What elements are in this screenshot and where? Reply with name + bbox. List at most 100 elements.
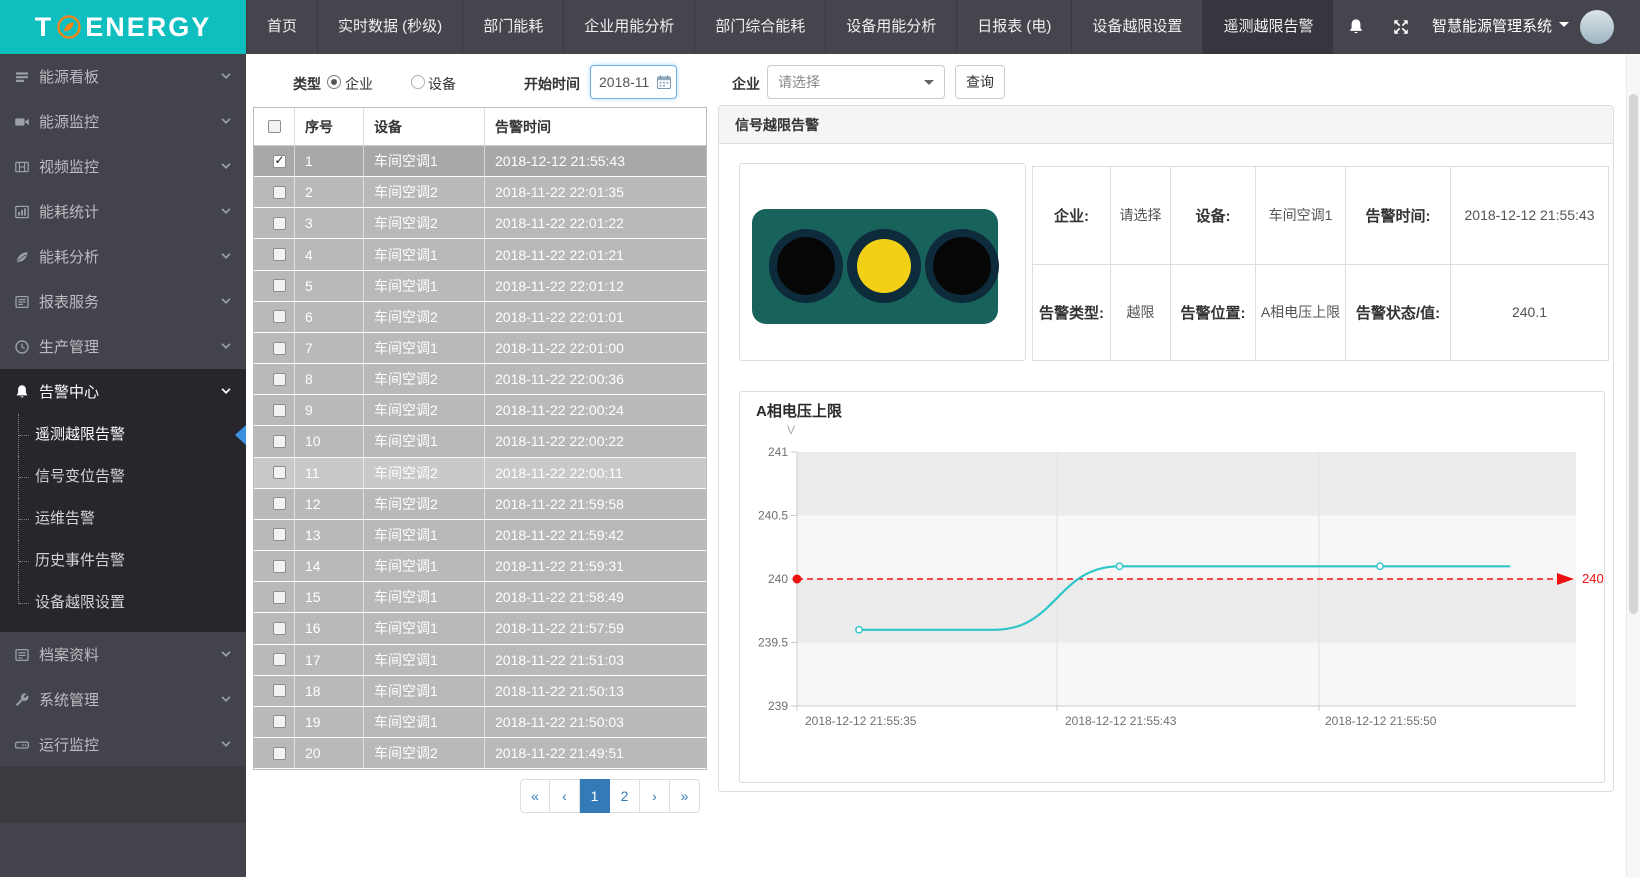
enterprise-filter-label: 企业 [732, 74, 760, 94]
row-checkbox-cell [254, 645, 294, 675]
table-row[interactable]: 14车间空调12018-11-22 21:59:31 [254, 551, 706, 582]
row-checkbox[interactable] [273, 653, 286, 666]
pagination-button-1[interactable]: 1 [580, 779, 610, 813]
table-row[interactable]: 9车间空调22018-11-22 22:00:24 [254, 395, 706, 426]
sidebar-item-能耗统计[interactable]: 能耗统计 [0, 189, 246, 234]
search-button[interactable]: 查询 [955, 65, 1005, 99]
row-checkbox[interactable] [273, 497, 286, 510]
sidebar-item-label: 生产管理 [39, 336, 99, 357]
row-index-cell: 15 [294, 582, 363, 612]
select-all-checkbox[interactable] [268, 120, 281, 133]
sidebar-subitem-信号变位告警[interactable]: 信号变位告警 [0, 456, 246, 498]
row-checkbox-cell [254, 489, 294, 519]
table-row[interactable]: 20车间空调22018-11-22 21:49:51 [254, 738, 706, 769]
row-checkbox[interactable] [273, 435, 286, 448]
table-row[interactable]: 15车间空调12018-11-22 21:58:49 [254, 582, 706, 613]
nav-item-部门能耗[interactable]: 部门能耗 [462, 0, 563, 54]
nav-item-企业用能分析[interactable]: 企业用能分析 [563, 0, 694, 54]
row-checkbox-cell [254, 239, 294, 269]
pagination-button-»[interactable]: » [670, 779, 700, 813]
notifications-bell-icon[interactable] [1347, 18, 1365, 36]
row-checkbox[interactable] [273, 373, 286, 386]
row-checkbox[interactable] [273, 528, 286, 541]
sidebar-item-能源监控[interactable]: 能源监控 [0, 99, 246, 144]
row-checkbox[interactable] [273, 310, 286, 323]
table-row[interactable]: 12车间空调22018-11-22 21:59:58 [254, 489, 706, 520]
nav-item-首页[interactable]: 首页 [246, 0, 317, 54]
row-checkbox[interactable] [273, 466, 286, 479]
nav-item-日报表 (电)[interactable]: 日报表 (电) [956, 0, 1071, 54]
row-checkbox[interactable] [273, 155, 286, 168]
row-checkbox[interactable] [273, 404, 286, 417]
pagination-button-‹[interactable]: ‹ [550, 779, 580, 813]
pagination-button-«[interactable]: « [520, 779, 550, 813]
row-checkbox[interactable] [273, 684, 286, 697]
row-checkbox[interactable] [273, 747, 286, 760]
row-checkbox[interactable] [273, 715, 286, 728]
table-row[interactable]: 6车间空调22018-11-22 22:01:01 [254, 302, 706, 333]
radio-enterprise[interactable] [327, 75, 341, 89]
sidebar-item-档案资料[interactable]: 档案资料 [0, 632, 246, 677]
sidebar-item-运行监控[interactable]: 运行监控 [0, 722, 246, 767]
nav-item-设备越限设置[interactable]: 设备越限设置 [1071, 0, 1202, 54]
sidebar-subitem-历史事件告警[interactable]: 历史事件告警 [0, 540, 246, 582]
table-row[interactable]: 1车间空调12018-12-12 21:55:43 [254, 146, 706, 177]
user-avatar[interactable] [1580, 10, 1614, 44]
table-row[interactable]: 16车间空调12018-11-22 21:57:59 [254, 613, 706, 644]
enterprise-select[interactable]: 请选择 [767, 65, 945, 99]
table-row[interactable]: 5车间空调12018-11-22 22:01:12 [254, 271, 706, 302]
nav-item-设备用能分析[interactable]: 设备用能分析 [825, 0, 956, 54]
row-device-cell: 车间空调1 [363, 333, 484, 363]
radio-device-label[interactable]: 设备 [428, 74, 456, 94]
enterprise-select-value: 请选择 [778, 74, 820, 90]
row-checkbox-cell [254, 707, 294, 737]
nav-item-遥测越限告警[interactable]: 遥测越限告警 [1202, 0, 1333, 54]
row-checkbox[interactable] [273, 248, 286, 261]
sidebar-item-能耗分析[interactable]: 能耗分析 [0, 234, 246, 279]
sidebar-item-视频监控[interactable]: 视频监控 [0, 144, 246, 189]
table-row[interactable]: 2车间空调22018-11-22 22:01:35 [254, 177, 706, 208]
table-row[interactable]: 3车间空调22018-11-22 22:01:22 [254, 208, 706, 239]
fullscreen-icon[interactable] [1392, 18, 1410, 36]
page-scrollbar-thumb[interactable] [1629, 94, 1638, 614]
table-row[interactable]: 13车间空调12018-11-22 21:59:42 [254, 520, 706, 551]
nav-item-实时数据 (秒级)[interactable]: 实时数据 (秒级) [317, 0, 462, 54]
table-row[interactable]: 7车间空调12018-11-22 22:01:00 [254, 333, 706, 364]
row-time-cell: 2018-11-22 21:58:49 [484, 582, 706, 612]
table-row[interactable]: 17车间空调12018-11-22 21:51:03 [254, 645, 706, 676]
table-row[interactable]: 19车间空调12018-11-22 21:50:03 [254, 707, 706, 738]
table-row[interactable]: 10车间空调12018-11-22 22:00:22 [254, 426, 706, 457]
pagination-button-2[interactable]: 2 [610, 779, 640, 813]
row-checkbox[interactable] [273, 279, 286, 292]
nav-item-部门综合能耗[interactable]: 部门综合能耗 [694, 0, 825, 54]
start-time-input[interactable] [590, 65, 677, 99]
radio-device[interactable] [411, 75, 425, 89]
row-time-cell: 2018-11-22 21:59:42 [484, 520, 706, 550]
sidebar-item-生产管理[interactable]: 生产管理 [0, 324, 246, 369]
table-row[interactable]: 11车间空调22018-11-22 22:00:11 [254, 458, 706, 489]
row-checkbox[interactable] [273, 217, 286, 230]
sidebar-item-报表服务[interactable]: 报表服务 [0, 279, 246, 324]
table-row[interactable]: 8车间空调22018-11-22 22:00:36 [254, 364, 706, 395]
sidebar-subitem-运维告警[interactable]: 运维告警 [0, 498, 246, 540]
row-index-cell: 18 [294, 676, 363, 706]
row-checkbox[interactable] [273, 622, 286, 635]
radio-enterprise-label[interactable]: 企业 [345, 74, 373, 94]
row-device-cell: 车间空调2 [363, 738, 484, 768]
system-title-menu[interactable]: 智慧能源管理系统 [1432, 0, 1569, 54]
sidebar-item-能源看板[interactable]: 能源看板 [0, 54, 246, 99]
row-checkbox[interactable] [273, 342, 286, 355]
sidebar-item-系统管理[interactable]: 系统管理 [0, 677, 246, 722]
table-row[interactable]: 18车间空调12018-11-22 21:50:13 [254, 676, 706, 707]
sidebar-item-告警中心[interactable]: 告警中心 [0, 369, 246, 414]
sidebar-item-label: 能源看板 [39, 66, 99, 87]
pagination: «‹12›» [520, 779, 700, 813]
sidebar-subitem-遥测越限告警[interactable]: 遥测越限告警 [0, 414, 246, 456]
pagination-button-›[interactable]: › [640, 779, 670, 813]
table-row[interactable]: 4车间空调12018-11-22 22:01:21 [254, 239, 706, 270]
row-checkbox[interactable] [273, 560, 286, 573]
row-checkbox[interactable] [273, 186, 286, 199]
row-checkbox[interactable] [273, 591, 286, 604]
sidebar-subitem-设备越限设置[interactable]: 设备越限设置 [0, 582, 246, 624]
sidebar-item-label: 能耗分析 [39, 246, 99, 267]
